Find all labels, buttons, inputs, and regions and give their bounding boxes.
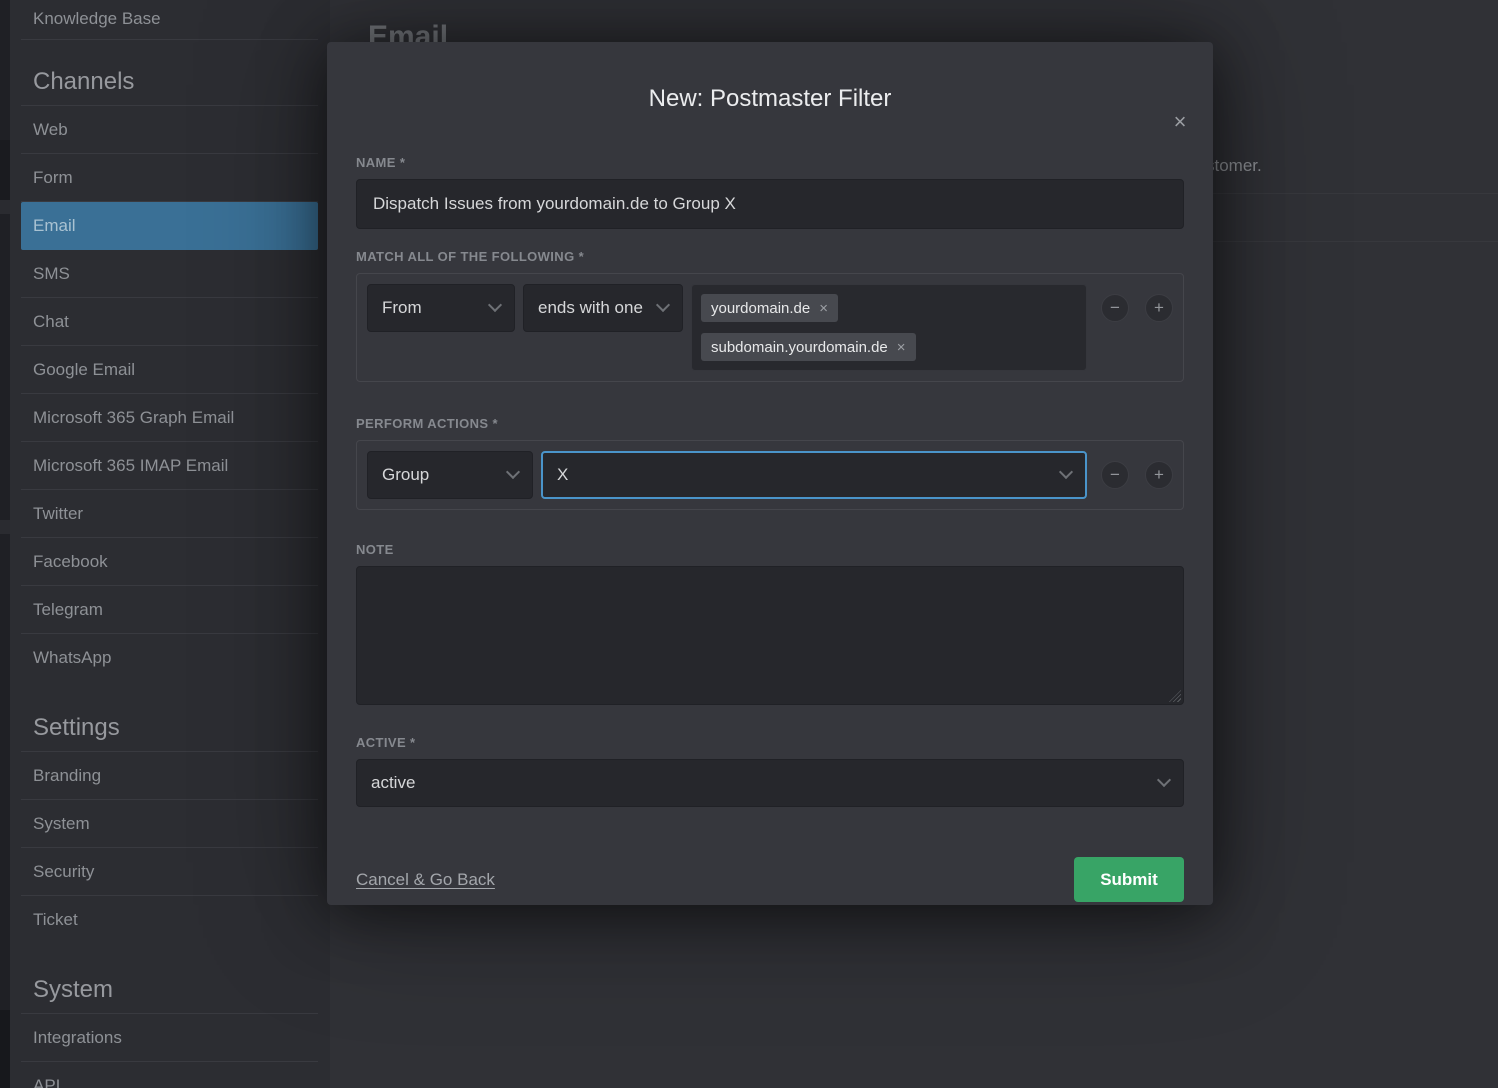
match-attribute-value: From <box>382 298 422 317</box>
modal-title: New: Postmaster Filter <box>356 42 1184 114</box>
actions-label: PERFORM ACTIONS * <box>356 416 1184 432</box>
rail-segment <box>0 1010 10 1088</box>
match-value-tags[interactable]: yourdomain.de × subdomain.yourdomain.de … <box>691 284 1087 371</box>
sidebar-item-knowledge-base[interactable]: Knowledge Base <box>21 0 318 40</box>
match-operator-value: ends with one <box>538 298 643 317</box>
chevron-down-icon <box>1157 773 1171 787</box>
sidebar-heading-settings: Settings <box>21 706 318 752</box>
sidebar-item-integrations[interactable]: Integrations <box>21 1014 318 1062</box>
match-label: MATCH ALL OF THE FOLLOWING * <box>356 249 1184 265</box>
postmaster-filter-modal: × New: Postmaster Filter NAME * MATCH AL… <box>327 42 1213 905</box>
match-operator-select[interactable]: ends with one <box>523 284 683 332</box>
sidebar-heading-channels: Channels <box>21 60 318 106</box>
actions-row: Group X − + <box>356 440 1184 510</box>
action-attribute-select[interactable]: Group <box>367 451 533 499</box>
close-icon[interactable]: × <box>1165 108 1195 138</box>
tag-label: subdomain.yourdomain.de <box>711 339 888 356</box>
background-clipped-text: stomer. <box>1206 156 1262 176</box>
name-input[interactable] <box>356 179 1184 229</box>
action-value: X <box>557 465 568 484</box>
add-action-button[interactable]: + <box>1145 461 1173 489</box>
chevron-down-icon <box>656 298 670 312</box>
sidebar-item-telegram[interactable]: Telegram <box>21 586 318 634</box>
sidebar-item-system[interactable]: System <box>21 800 318 848</box>
remove-tag-icon[interactable]: × <box>819 300 828 317</box>
active-select[interactable]: active <box>356 759 1184 807</box>
match-attribute-select[interactable]: From <box>367 284 515 332</box>
sidebar-item-twitter[interactable]: Twitter <box>21 490 318 538</box>
sidebar-item-facebook[interactable]: Facebook <box>21 538 318 586</box>
left-nav-rail <box>0 0 10 1088</box>
action-value-select[interactable]: X <box>541 451 1087 499</box>
sidebar-item-whatsapp[interactable]: WhatsApp <box>21 634 318 682</box>
sidebar-item-ms365-imap-email[interactable]: Microsoft 365 IMAP Email <box>21 442 318 490</box>
tag-label: yourdomain.de <box>711 300 810 317</box>
note-textarea[interactable] <box>356 566 1184 705</box>
sidebar-item-api[interactable]: API <box>21 1062 318 1088</box>
chevron-down-icon <box>488 298 502 312</box>
rail-segment <box>0 200 10 214</box>
sidebar-heading-system: System <box>21 968 318 1014</box>
note-label: NOTE <box>356 542 1184 558</box>
active-label: ACTIVE * <box>356 735 1184 751</box>
submit-button[interactable]: Submit <box>1074 857 1184 902</box>
sidebar-item-ticket[interactable]: Ticket <box>21 896 318 944</box>
sidebar-item-sms[interactable]: SMS <box>21 250 318 298</box>
cancel-link[interactable]: Cancel & Go Back <box>356 870 495 890</box>
active-value: active <box>371 773 415 792</box>
sidebar-item-chat[interactable]: Chat <box>21 298 318 346</box>
sidebar-item-google-email[interactable]: Google Email <box>21 346 318 394</box>
rail-segment <box>0 140 10 200</box>
remove-tag-icon[interactable]: × <box>897 339 906 356</box>
settings-sidebar: Knowledge Base Channels Web Form Email S… <box>10 0 330 1088</box>
sidebar-item-ms365-graph-email[interactable]: Microsoft 365 Graph Email <box>21 394 318 442</box>
tag-yourdomain[interactable]: yourdomain.de × <box>701 294 838 322</box>
tag-subdomain-yourdomain[interactable]: subdomain.yourdomain.de × <box>701 333 916 361</box>
sidebar-item-branding[interactable]: Branding <box>21 752 318 800</box>
rail-segment <box>0 520 10 534</box>
chevron-down-icon <box>506 465 520 479</box>
action-attribute-value: Group <box>382 465 429 484</box>
sidebar-item-security[interactable]: Security <box>21 848 318 896</box>
remove-action-button[interactable]: − <box>1101 461 1129 489</box>
add-condition-button[interactable]: + <box>1145 294 1173 322</box>
sidebar-item-form[interactable]: Form <box>21 154 318 202</box>
match-row: From ends with one yourdomain.de × subdo… <box>356 273 1184 382</box>
chevron-down-icon <box>1059 465 1073 479</box>
sidebar-item-web[interactable]: Web <box>21 106 318 154</box>
remove-condition-button[interactable]: − <box>1101 294 1129 322</box>
name-label: NAME * <box>356 155 1184 171</box>
sidebar-item-email[interactable]: Email <box>21 202 318 250</box>
